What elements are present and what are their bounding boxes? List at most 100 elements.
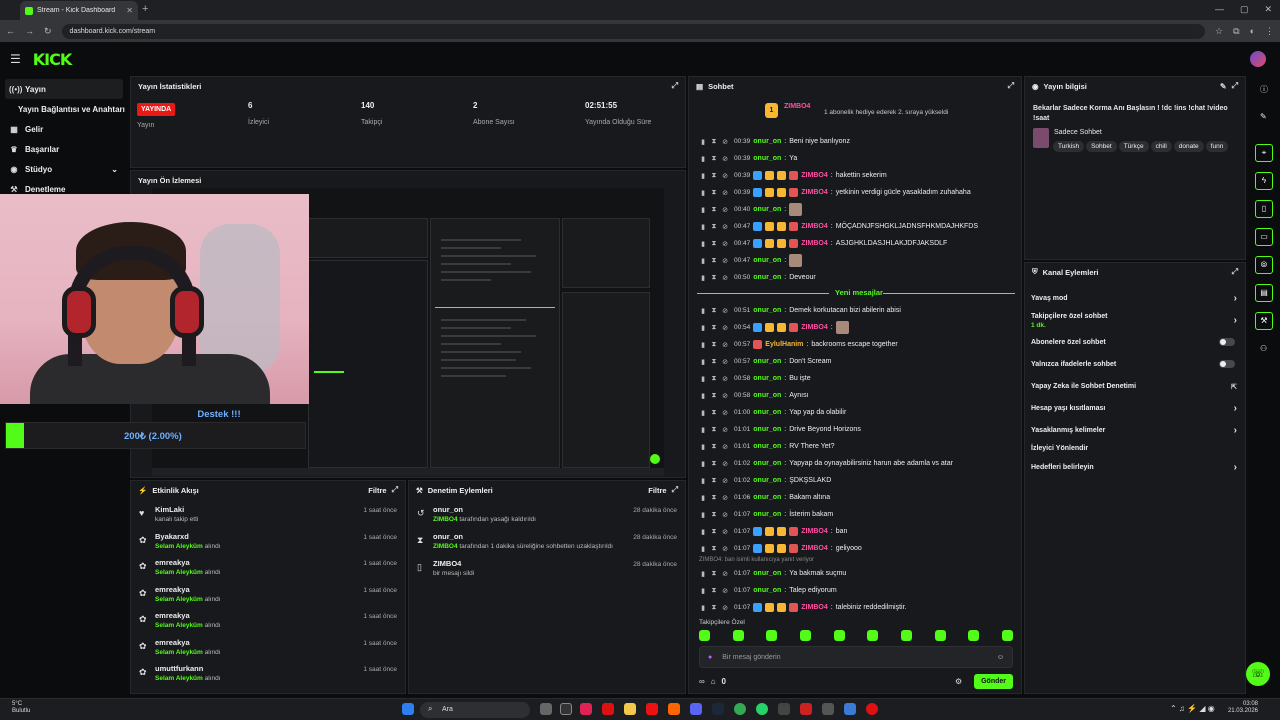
info-icon[interactable]: ⓘ — [1260, 84, 1268, 95]
timeout-icon[interactable]: ⧗ — [710, 528, 718, 536]
category-name[interactable]: Sadece Sohbet — [1054, 129, 1102, 136]
timeout-icon[interactable]: ⧗ — [710, 324, 718, 332]
chat-username[interactable]: onur_on — [753, 138, 781, 145]
browser-tab[interactable]: Stream - Kick Dashboard ✕ — [20, 1, 138, 20]
popout-icon[interactable]: ⤢ — [1008, 81, 1014, 91]
pin-icon[interactable]: ▮ — [699, 206, 707, 214]
pin-icon[interactable]: ▮ — [699, 460, 707, 468]
weather-widget[interactable]: 5°C Bulutlu — [12, 701, 30, 715]
timeout-icon[interactable]: ⧗ — [710, 341, 718, 349]
share-icon[interactable]: ⚇ — [1260, 344, 1267, 353]
pin-icon[interactable]: ▮ — [699, 604, 707, 612]
set-goals-row[interactable]: Hedefleri belirleyin › — [1031, 462, 1241, 473]
pin-icon[interactable]: ▮ — [699, 477, 707, 485]
filter-button[interactable]: Filtre — [648, 486, 666, 495]
ban-icon[interactable]: ⊘ — [721, 604, 729, 612]
timeout-icon[interactable]: ⧗ — [710, 358, 718, 366]
chat-username[interactable]: ZIMBO4 — [801, 223, 827, 230]
reload-icon[interactable]: ↻ — [44, 26, 52, 37]
chat-input[interactable]: ● Bir mesaj gönderin ☺ — [699, 646, 1013, 668]
ban-icon[interactable]: ⊘ — [721, 206, 729, 214]
system-clock[interactable]: 03:08 21.03.2026 — [1228, 701, 1258, 715]
timeout-icon[interactable]: ⧗ — [710, 138, 718, 146]
maximize-icon[interactable]: ▢ — [1240, 4, 1249, 15]
timeout-icon[interactable]: ⧗ — [710, 240, 718, 248]
ban-icon[interactable]: ⊘ — [721, 587, 729, 595]
pin-icon[interactable]: ▮ — [699, 358, 707, 366]
ban-icon[interactable]: ⊘ — [721, 324, 729, 332]
discord-icon[interactable] — [690, 703, 702, 715]
close-window-icon[interactable]: ✕ — [1264, 4, 1272, 15]
timeout-icon[interactable]: ⧗ — [710, 206, 718, 214]
taskbar-search[interactable]: Ara — [420, 702, 530, 718]
chrome-icon[interactable] — [734, 703, 746, 715]
ban-icon[interactable]: ⊘ — [721, 477, 729, 485]
emotes-only-toggle[interactable] — [1219, 360, 1235, 368]
stream-tag[interactable]: Türkçe — [1118, 141, 1149, 152]
ban-icon[interactable]: ⊘ — [721, 570, 729, 578]
subs-chat-row[interactable]: Abonelere özel sohbet — [1031, 338, 1241, 346]
expand-icon[interactable]: ⤢ — [672, 81, 678, 91]
chat-username[interactable]: onur_on — [753, 494, 781, 501]
chat-username[interactable]: onur_on — [753, 274, 781, 281]
chat-username[interactable]: onur_on — [753, 477, 781, 484]
chat-username[interactable]: onur_on — [753, 307, 781, 314]
mic-icon[interactable]: ● — [708, 654, 712, 661]
pin-icon[interactable]: ▮ — [699, 570, 707, 578]
pin-icon[interactable]: ▮ — [699, 528, 707, 536]
emote-icon[interactable] — [968, 630, 980, 641]
steam-icon[interactable] — [712, 703, 724, 715]
moderator-name[interactable]: ZIMBO4 — [433, 516, 458, 523]
pin-icon[interactable]: ▮ — [699, 545, 707, 553]
back-icon[interactable]: ← — [6, 26, 15, 36]
subs-chat-toggle[interactable] — [1219, 338, 1235, 346]
chat-username[interactable]: onur_on — [753, 257, 781, 264]
pencil-icon[interactable]: ✎ — [1260, 112, 1267, 121]
stream-tag[interactable]: Sohbet — [1086, 141, 1117, 152]
chat-username[interactable]: onur_on — [753, 392, 781, 399]
ban-icon[interactable]: ⊘ — [721, 138, 729, 146]
chat-username[interactable]: onur_on — [753, 426, 781, 433]
pin-icon[interactable]: ▮ — [699, 257, 707, 265]
expand-icon[interactable]: ⤢ — [1232, 81, 1238, 91]
obs-icon[interactable] — [560, 703, 572, 715]
stream-tag[interactable]: funn — [1205, 141, 1229, 152]
chat-username[interactable]: onur_on — [753, 206, 781, 213]
stream-tag[interactable]: donate — [1173, 141, 1204, 152]
address-bar[interactable]: dashboard.kick.com/stream — [61, 23, 1206, 39]
windows-start-icon[interactable] — [402, 703, 414, 715]
ban-icon[interactable]: ⊘ — [721, 460, 729, 468]
chat-settings-icon[interactable]: ⚙ — [955, 677, 962, 686]
ban-icon[interactable]: ⊘ — [721, 307, 729, 315]
pin-icon[interactable]: ▮ — [699, 138, 707, 146]
emote-icon[interactable] — [900, 630, 912, 641]
channel-points-icon[interactable]: ∞ — [699, 677, 705, 686]
ai-moderation-row[interactable]: Yapay Zeka ile Sohbet Denetimi ⇱ — [1031, 383, 1241, 391]
pin-icon[interactable]: ▮ — [699, 341, 707, 349]
chat-username[interactable]: ZIMBO4 — [801, 189, 827, 196]
pin-icon[interactable]: ▮ — [699, 274, 707, 282]
broadcast-icon[interactable]: ⦾ — [1255, 256, 1273, 274]
timeout-icon[interactable]: ⧗ — [710, 375, 718, 383]
chat-username[interactable]: ZIMBO4 — [801, 324, 827, 331]
timeout-icon[interactable]: ⧗ — [710, 460, 718, 468]
timeout-icon[interactable]: ⧗ — [710, 307, 718, 315]
app-icon[interactable] — [822, 703, 834, 715]
timeout-icon[interactable]: ⧗ — [710, 155, 718, 163]
bookmark-star-icon[interactable]: ☆ — [1215, 26, 1223, 37]
timeout-icon[interactable]: ⧗ — [710, 443, 718, 451]
forward-icon[interactable]: → — [25, 26, 34, 36]
banned-words-row[interactable]: Yasaklanmış kelimeler › — [1031, 425, 1241, 436]
app-icon[interactable] — [844, 703, 856, 715]
chat-username[interactable]: onur_on — [753, 358, 781, 365]
pin-icon[interactable]: ▮ — [699, 375, 707, 383]
pin-icon[interactable]: ▮ — [699, 494, 707, 502]
youtube-icon[interactable] — [646, 703, 658, 715]
timeout-icon[interactable]: ⧗ — [710, 274, 718, 282]
raid-icon[interactable]: ⌖ — [1255, 144, 1273, 162]
timeout-icon[interactable]: ⧗ — [710, 257, 718, 265]
pin-icon[interactable]: ▮ — [699, 172, 707, 180]
ban-icon[interactable]: ⊘ — [721, 494, 729, 502]
chat-username[interactable]: onur_on — [753, 460, 781, 467]
ban-icon[interactable]: ⊘ — [721, 341, 729, 349]
